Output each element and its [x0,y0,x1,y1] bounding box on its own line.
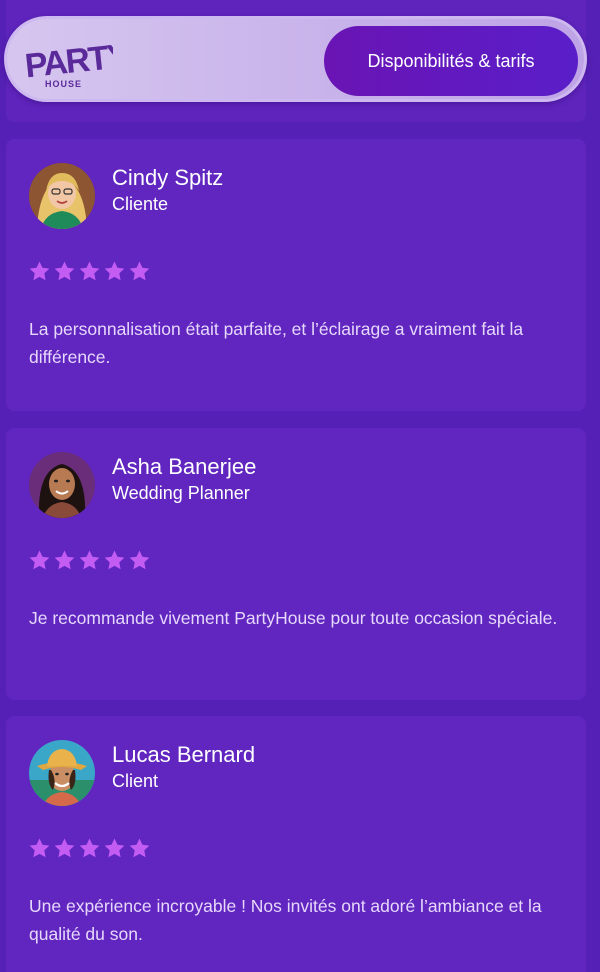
avatar-image [29,452,95,518]
reviewer-name: Asha Banerjee [112,454,257,479]
star-icon [104,261,125,281]
review-card: Cindy Spitz Cliente La personnalisation … [6,139,586,411]
star-icon [54,261,75,281]
avatar-image [29,740,95,806]
star-icon [104,550,125,570]
star-icon [129,838,150,858]
star-icon [29,838,50,858]
site-header: PARTY HOUSE Disponibilités & tarifs [4,16,587,102]
review-text: Une expérience incroyable ! Nos invités … [29,896,542,944]
reviewer-role: Client [112,771,159,791]
star-icon [104,838,125,858]
review-text: Je recommande vivement PartyHouse pour t… [29,608,558,628]
availability-pricing-button[interactable]: Disponibilités & tarifs [324,26,578,96]
logo-subtext: HOUSE [45,79,82,89]
star-icon [29,261,50,281]
star-icon [79,838,100,858]
review-card: Lucas Bernard Client Une expérience incr… [6,716,586,972]
reviewer-role: Cliente [112,194,169,214]
star-icon [79,550,100,570]
star-icon [79,261,100,281]
star-rating [28,549,151,573]
page: PARTY HOUSE Disponibilités & tarifs Cind… [0,0,600,972]
avatar [29,740,95,806]
star-rating [28,837,151,861]
review-card: Asha Banerjee Wedding Planner Je recomma… [6,428,586,700]
star-icon [129,550,150,570]
avatar-image [29,163,95,229]
reviewer-role: Wedding Planner [112,483,250,503]
star-icon [29,550,50,570]
avatar [29,452,95,518]
star-icon [129,261,150,281]
star-rating [28,260,151,284]
partyhouse-logo[interactable]: PARTY HOUSE [23,35,113,91]
review-text: La personnalisation était parfaite, et l… [29,319,524,367]
reviewer-name: Lucas Bernard [112,742,256,767]
avatar [29,163,95,229]
star-icon [54,550,75,570]
reviewer-name: Cindy Spitz [112,165,224,190]
star-icon [54,838,75,858]
